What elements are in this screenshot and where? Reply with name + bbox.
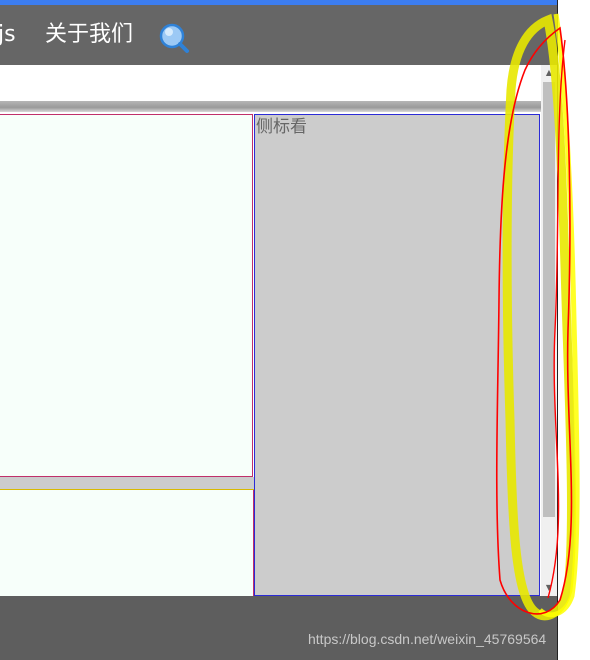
main-content-panel-lower — [0, 490, 254, 596]
nav-item-js[interactable]: js — [0, 5, 16, 65]
scrollbar-thumb[interactable] — [543, 82, 555, 517]
nav-item-about-us[interactable]: 关于我们 — [45, 5, 133, 65]
main-content-panel — [0, 114, 253, 477]
footer-bar — [0, 596, 557, 660]
page-viewport: 侧标看 — [0, 65, 541, 596]
scroll-up-arrow-icon[interactable]: ▲ — [541, 65, 557, 81]
scroll-down-arrow-icon[interactable]: ▼ — [541, 580, 557, 596]
subheader-bar — [0, 65, 541, 101]
navbar: js 关于我们 — [0, 5, 557, 65]
watermark-text: https://blog.csdn.net/weixin_45769564 — [308, 631, 547, 647]
sidebar-panel: 侧标看 — [254, 114, 540, 596]
subheader-shadow — [0, 101, 541, 112]
window-edge — [557, 0, 558, 660]
search-icon[interactable] — [158, 22, 190, 54]
vertical-scrollbar[interactable]: ▲ ▼ — [541, 65, 557, 596]
content-divider — [0, 477, 254, 490]
sidebar-title: 侧标看 — [256, 117, 307, 137]
